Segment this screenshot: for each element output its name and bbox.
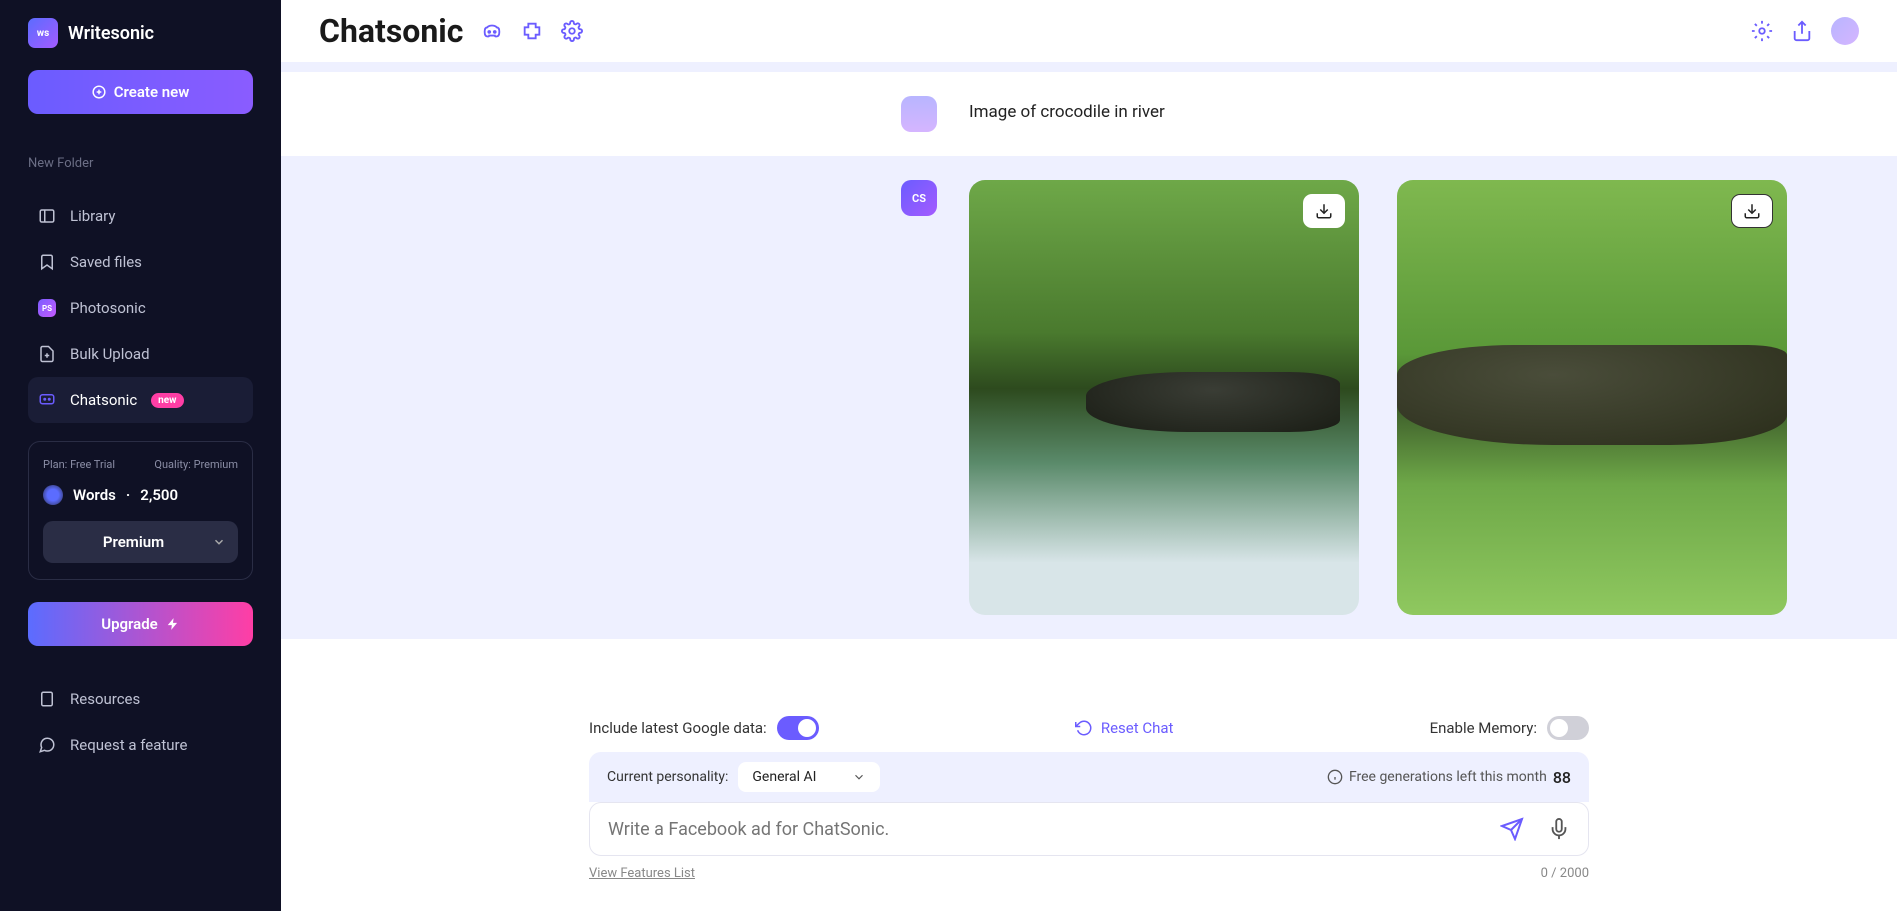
settings-icon[interactable] (1751, 20, 1773, 42)
toggles-row: Include latest Google data: Reset Chat E… (589, 716, 1589, 740)
char-counter: 0 / 2000 (1541, 866, 1589, 881)
topbar-right (1751, 17, 1859, 45)
sidebar-item-label: Library (70, 207, 115, 225)
quality-label: Quality: Premium (154, 458, 238, 471)
bolt-icon (166, 617, 180, 631)
prompt-bar (589, 802, 1589, 856)
sidebar-item-request-feature[interactable]: Request a feature (28, 722, 253, 768)
extension-icon[interactable] (521, 20, 543, 42)
sidebar: ws Writesonic Create new New Folder Libr… (0, 0, 281, 911)
plan-label: Plan: Free Trial (43, 458, 115, 471)
create-new-label: Create new (114, 83, 190, 101)
generations-left-value: 88 (1553, 768, 1571, 787)
memory-toggle[interactable] (1547, 716, 1589, 740)
download-button[interactable] (1731, 194, 1773, 228)
words-sep: · (126, 486, 130, 504)
topbar: Chatsonic (281, 0, 1897, 62)
premium-dropdown[interactable]: Premium (43, 521, 238, 563)
google-toggle-label: Include latest Google data: (589, 719, 767, 737)
chevron-down-icon (212, 535, 226, 549)
library-icon (38, 207, 56, 225)
sidebar-item-label: Photosonic (70, 299, 146, 317)
sidebar-item-photosonic[interactable]: PS Photosonic (28, 285, 253, 331)
plan-box: Plan: Free Trial Quality: Premium Words … (28, 441, 253, 580)
reset-label: Reset Chat (1101, 719, 1174, 737)
sidebar-item-chatsonic[interactable]: Chatsonic new (28, 377, 253, 423)
image-results (969, 180, 1787, 615)
words-value: 2,500 (140, 486, 178, 504)
page-title: Chatsonic (319, 12, 463, 50)
features-link[interactable]: View Features List (589, 866, 695, 881)
words-row: Words · 2,500 (43, 485, 238, 505)
discord-icon[interactable] (481, 20, 503, 42)
personality-value: General AI (752, 769, 816, 785)
chevron-down-icon (852, 770, 866, 784)
download-button[interactable] (1303, 194, 1345, 228)
generations-left-label: Free generations left this month (1349, 769, 1547, 785)
sidebar-item-label: Bulk Upload (70, 345, 150, 363)
words-icon (43, 485, 63, 505)
share-icon[interactable] (1791, 20, 1813, 42)
new-badge: new (151, 393, 183, 408)
chat-icon (38, 391, 56, 409)
mic-button[interactable] (1548, 818, 1570, 840)
sidebar-item-saved[interactable]: Saved files (28, 239, 253, 285)
generated-image-2[interactable] (1397, 180, 1787, 615)
personality-select[interactable]: General AI (738, 762, 880, 792)
sidebar-item-library[interactable]: Library (28, 193, 253, 239)
plan-meta: Plan: Free Trial Quality: Premium (43, 458, 238, 471)
info-icon (1327, 769, 1343, 785)
chat-row-bot: CS (281, 156, 1897, 639)
sidebar-item-resources[interactable]: Resources (28, 676, 253, 722)
gear-icon[interactable] (561, 20, 583, 42)
message-icon (38, 736, 56, 754)
sidebar-item-label: Resources (70, 690, 140, 708)
google-toggle-group: Include latest Google data: (589, 716, 819, 740)
reset-chat-button[interactable]: Reset Chat (1075, 719, 1174, 737)
sidebar-item-label: Chatsonic (70, 391, 137, 409)
input-panel: Include latest Google data: Reset Chat E… (281, 698, 1897, 911)
memory-toggle-label: Enable Memory: (1430, 719, 1537, 737)
top-title-icons (481, 20, 583, 42)
user-avatar[interactable] (1831, 17, 1859, 45)
sidebar-item-label: Request a feature (70, 736, 187, 754)
new-folder-label[interactable]: New Folder (28, 156, 253, 171)
reset-icon (1075, 719, 1093, 737)
image-content (1086, 372, 1340, 432)
prev-response-edge (281, 62, 1897, 72)
upgrade-label: Upgrade (101, 615, 158, 633)
personality-label: Current personality: (607, 769, 728, 785)
chat-area: Image of crocodile in river CS (281, 62, 1897, 698)
user-message: Image of crocodile in river (969, 96, 1165, 132)
bot-avatar-icon: CS (901, 180, 937, 216)
doc-icon (38, 690, 56, 708)
sidebar-item-label: Saved files (70, 253, 142, 271)
generations-left: Free generations left this month 88 (1327, 768, 1571, 787)
bookmark-icon (38, 253, 56, 271)
sidebar-item-bulk-upload[interactable]: Bulk Upload (28, 331, 253, 377)
image-content (1397, 345, 1787, 445)
create-new-button[interactable]: Create new (28, 70, 253, 114)
photosonic-icon: PS (38, 299, 56, 317)
memory-toggle-group: Enable Memory: (1430, 716, 1589, 740)
user-avatar-icon (901, 96, 937, 132)
brand-row: ws Writesonic (28, 18, 253, 48)
send-button[interactable] (1500, 817, 1524, 841)
words-label: Words (73, 486, 116, 504)
plus-icon (92, 85, 106, 99)
upgrade-button[interactable]: Upgrade (28, 602, 253, 646)
chat-row-user: Image of crocodile in river (281, 72, 1897, 156)
personality-bar: Current personality: General AI Free gen… (589, 752, 1589, 802)
prompt-input[interactable] (608, 819, 1500, 840)
generated-image-1[interactable] (969, 180, 1359, 615)
logo-icon: ws (28, 18, 58, 48)
input-footer: View Features List 0 / 2000 (589, 866, 1589, 881)
google-toggle[interactable] (777, 716, 819, 740)
premium-label: Premium (55, 533, 212, 551)
bottom-nav: Resources Request a feature (28, 676, 253, 768)
upload-icon (38, 345, 56, 363)
main: Chatsonic Image of crocodile in river CS (281, 0, 1897, 911)
brand-name: Writesonic (68, 23, 154, 44)
